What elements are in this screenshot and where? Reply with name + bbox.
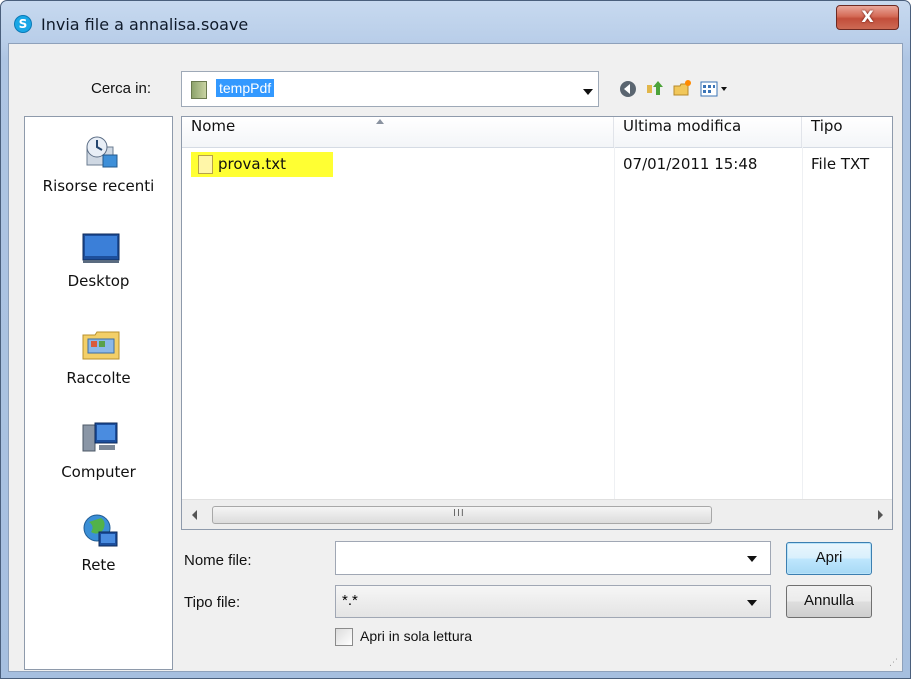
chevron-down-icon[interactable]: [583, 89, 593, 95]
place-desktop[interactable]: Desktop: [25, 228, 172, 298]
resize-grip-icon[interactable]: ⋰: [889, 658, 898, 668]
place-label: Risorse recenti: [42, 177, 155, 195]
file-type: File TXT: [811, 155, 870, 173]
column-header-type[interactable]: Tipo: [802, 117, 892, 147]
place-label: Computer: [61, 463, 136, 481]
column-divider: [802, 147, 803, 499]
scroll-left-icon[interactable]: [192, 510, 197, 520]
column-divider: [614, 147, 615, 499]
text-file-icon: [198, 155, 213, 174]
chevron-down-icon[interactable]: [747, 600, 757, 606]
column-header-name[interactable]: Nome: [182, 117, 614, 147]
back-icon[interactable]: [618, 79, 638, 99]
readonly-checkbox[interactable]: [335, 628, 353, 646]
file-name: prova.txt: [218, 155, 287, 173]
horizontal-scrollbar[interactable]: III: [182, 499, 892, 529]
window-title: Invia file a annalisa.soave: [41, 15, 249, 34]
place-network[interactable]: Rete: [25, 512, 172, 582]
filetype-value: *.*: [342, 592, 358, 609]
scrollbar-thumb[interactable]: III: [212, 506, 712, 524]
open-button[interactable]: Apri: [786, 542, 872, 575]
new-folder-icon[interactable]: [672, 79, 692, 99]
file-modified: 07/01/2011 15:48: [623, 155, 758, 173]
place-computer[interactable]: Computer: [25, 419, 172, 489]
file-list[interactable]: Nome Ultima modifica Tipo prova.txt 07/0…: [181, 116, 893, 530]
file-dialog-window: S Invia file a annalisa.soave X Cerca in…: [0, 0, 911, 679]
place-label: Rete: [81, 556, 116, 574]
scrollbar-grip: III: [453, 508, 465, 519]
place-libraries[interactable]: Raccolte: [25, 325, 172, 395]
skype-icon: S: [14, 15, 32, 33]
filename-label: Nome file:: [184, 552, 252, 569]
recent-places-icon: [86, 136, 118, 168]
up-folder-icon[interactable]: [644, 79, 664, 99]
list-header: Nome Ultima modifica Tipo: [182, 117, 892, 148]
file-row[interactable]: prova.txt 07/01/2011 15:48 File TXT: [182, 151, 892, 179]
place-label: Raccolte: [66, 369, 131, 387]
title-bar[interactable]: S Invia file a annalisa.soave X: [1, 1, 910, 43]
folder-icon: [191, 81, 207, 99]
computer-icon: [82, 422, 118, 452]
network-icon: [83, 514, 118, 547]
cancel-button[interactable]: Annulla: [786, 585, 872, 618]
lookin-value: tempPdf: [216, 79, 275, 97]
place-label: Desktop: [67, 272, 130, 290]
close-button[interactable]: X: [836, 5, 899, 30]
readonly-label[interactable]: Apri in sola lettura: [360, 628, 472, 644]
view-menu-icon[interactable]: [699, 79, 731, 99]
column-header-modified[interactable]: Ultima modifica: [614, 117, 802, 147]
lookin-combobox[interactable]: tempPdf: [181, 71, 599, 107]
sort-ascending-icon: [376, 119, 384, 124]
filename-input[interactable]: [335, 541, 771, 575]
libraries-icon: [82, 331, 120, 360]
lookin-label: Cerca in:: [91, 80, 152, 97]
places-bar: Risorse recenti Desktop Raccolte Compute…: [24, 116, 173, 670]
chevron-down-icon[interactable]: [747, 556, 757, 562]
scroll-right-icon[interactable]: [878, 510, 883, 520]
desktop-icon: [82, 233, 120, 263]
filetype-select[interactable]: *.*: [335, 585, 771, 618]
dialog-client-area: Cerca in: tempPdf Risorse recenti Deskto…: [8, 43, 903, 672]
place-recent[interactable]: Risorse recenti: [25, 133, 172, 203]
filetype-label: Tipo file:: [184, 594, 241, 611]
